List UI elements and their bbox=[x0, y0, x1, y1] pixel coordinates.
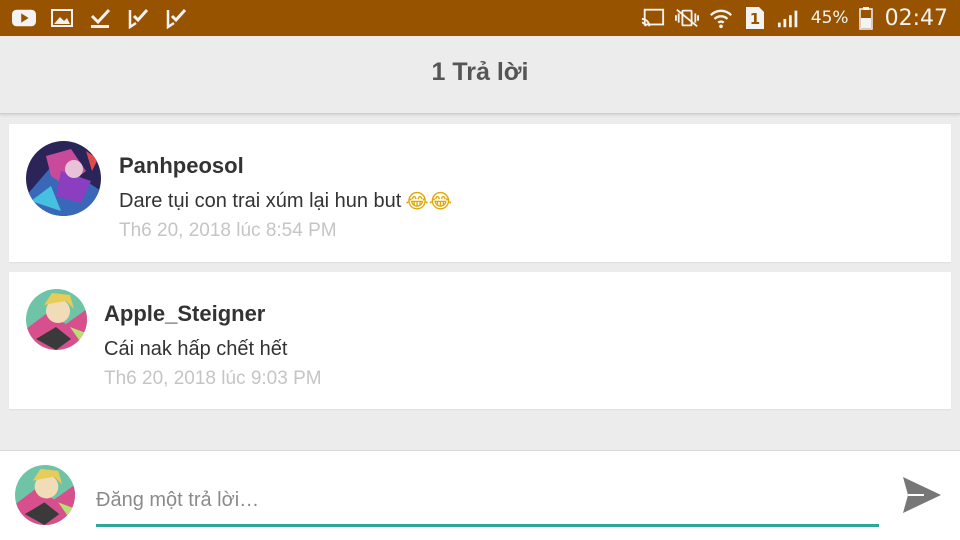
battery-icon bbox=[858, 6, 873, 30]
reply-author[interactable]: Panhpeosol bbox=[119, 153, 244, 179]
sim-slot-label: 1 bbox=[750, 10, 760, 28]
reply-text: Cái nak hấp chết hết bbox=[104, 338, 287, 361]
signal-icon bbox=[777, 6, 801, 30]
page-title: 1 Trả lời bbox=[431, 58, 529, 86]
laughing-emoji-icon: 😂😂 bbox=[405, 189, 453, 213]
download-check-icon bbox=[88, 6, 112, 30]
reply-text: Dare tụi con trai xúm lại hun but 😂😂 bbox=[119, 189, 452, 213]
cast-icon bbox=[641, 6, 665, 30]
send-icon bbox=[903, 477, 941, 513]
youtube-icon bbox=[12, 6, 36, 30]
reply-timestamp: Th6 20, 2018 lúc 9:03 PM bbox=[104, 368, 322, 389]
user-avatar-icon[interactable] bbox=[26, 141, 101, 216]
status-bar: 1 45% 02:47 bbox=[0, 0, 960, 36]
user-avatar-icon[interactable] bbox=[26, 289, 87, 350]
checklist-icon bbox=[126, 6, 150, 30]
checklist-icon bbox=[164, 6, 188, 30]
vibrate-icon bbox=[674, 6, 699, 30]
send-button[interactable] bbox=[900, 473, 944, 517]
reply-input[interactable] bbox=[96, 477, 879, 527]
clock: 02:47 bbox=[884, 5, 948, 31]
replies-header: 1 Trả lời bbox=[0, 36, 960, 114]
sim-icon: 1 bbox=[743, 6, 767, 30]
user-avatar-icon bbox=[15, 465, 75, 525]
reply-text-body: Cái nak hấp chết hết bbox=[104, 338, 288, 360]
battery-percent: 45% bbox=[810, 8, 849, 28]
reply-timestamp: Th6 20, 2018 lúc 8:54 PM bbox=[119, 220, 337, 241]
reply-composer bbox=[0, 450, 960, 540]
reply-text-body: Dare tụi con trai xúm lại hun but bbox=[119, 189, 402, 212]
reply-author[interactable]: Apple_Steigner bbox=[104, 301, 265, 327]
notification-icons bbox=[12, 6, 188, 30]
image-icon bbox=[50, 6, 74, 30]
reply-card: Apple_Steigner Cái nak hấp chết hết Th6 … bbox=[9, 272, 951, 409]
system-status: 1 45% 02:47 bbox=[641, 3, 948, 33]
reply-card: Panhpeosol Dare tụi con trai xúm lại hun… bbox=[9, 124, 951, 262]
wifi-icon bbox=[709, 6, 733, 30]
